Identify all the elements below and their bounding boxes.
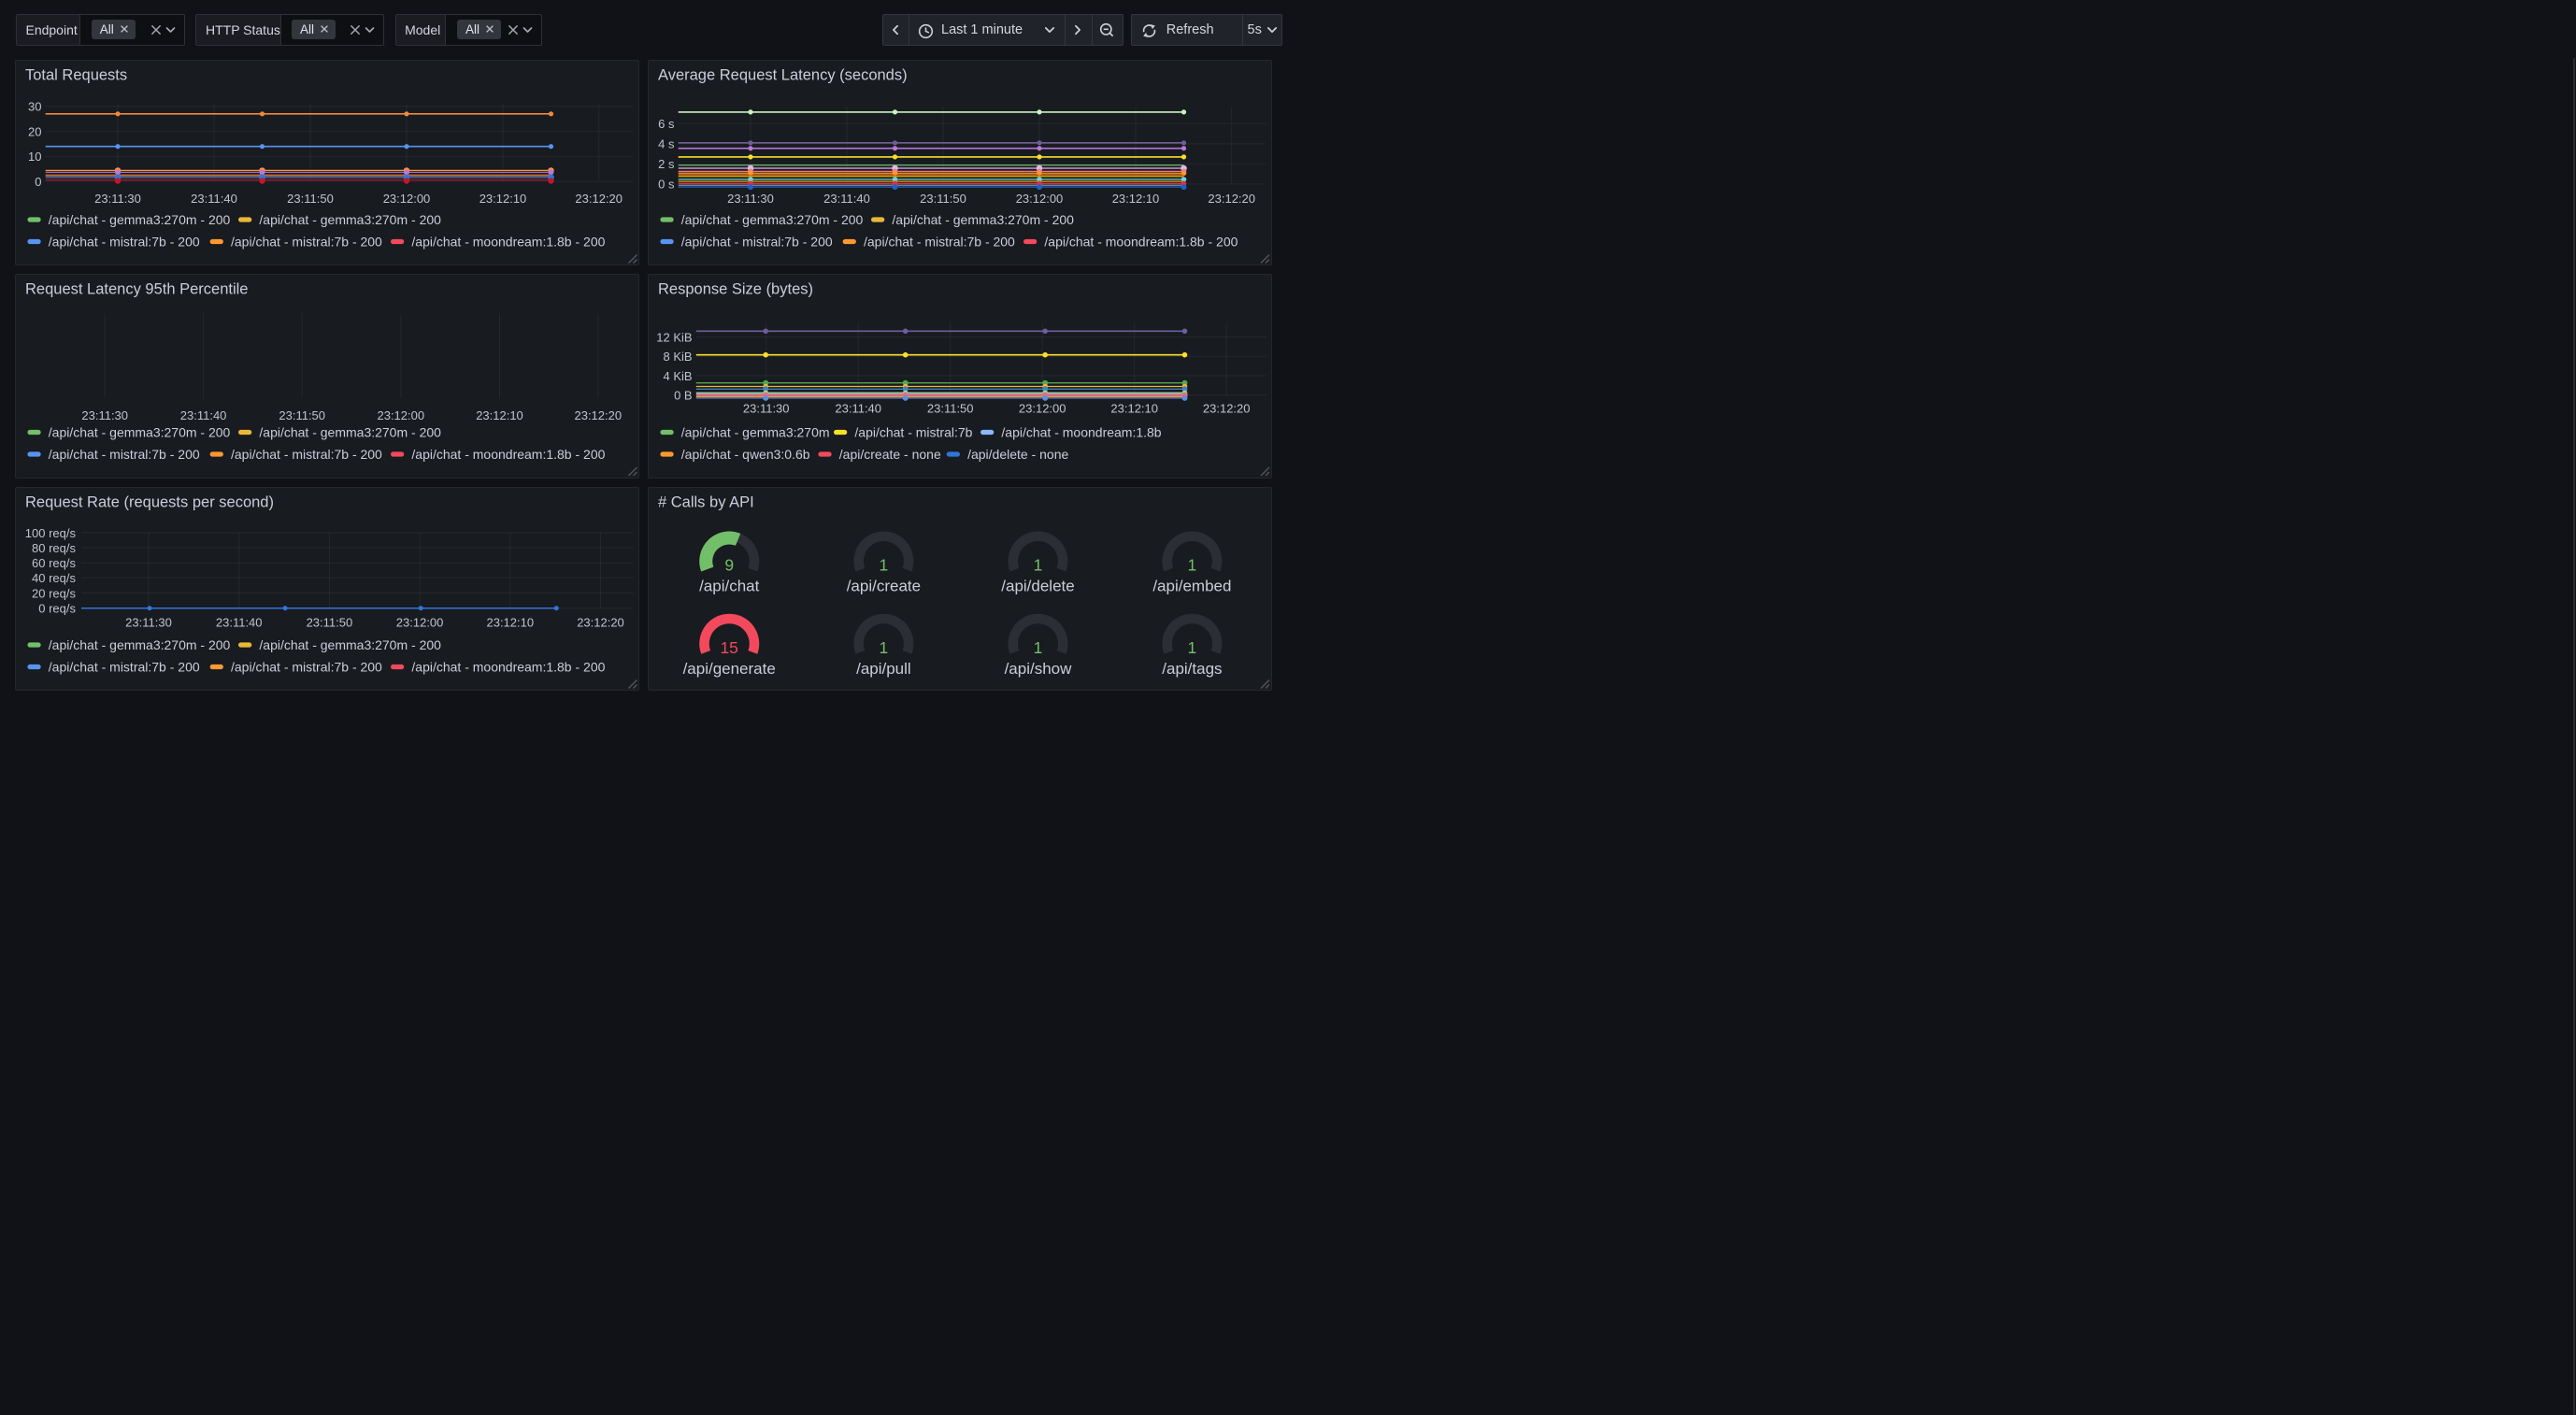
svg-text:/api/chat - moondream:1.8b - 2: /api/chat - moondream:1.8b - 200: [1044, 234, 1238, 249]
svg-text:23:11:30: 23:11:30: [81, 408, 128, 422]
svg-text:8 KiB: 8 KiB: [664, 350, 693, 364]
svg-text:/api/chat - mistral:7b: /api/chat - mistral:7b: [854, 424, 972, 439]
svg-text:/api/chat - mistral:7b - 200: /api/chat - mistral:7b - 200: [48, 234, 199, 249]
svg-text:1: 1: [880, 637, 889, 656]
svg-text:23:11:50: 23:11:50: [927, 401, 974, 415]
svg-text:40 req/s: 40 req/s: [32, 571, 76, 585]
svg-text:/api/chat - mistral:7b - 200: /api/chat - mistral:7b - 200: [864, 234, 1015, 249]
svg-text:23:12:00: 23:12:00: [395, 615, 443, 629]
svg-text:/api/generate: /api/generate: [683, 659, 776, 677]
svg-text:23:12:10: 23:12:10: [486, 615, 534, 629]
svg-text:/api/chat - mistral:7b - 200: /api/chat - mistral:7b - 200: [231, 234, 382, 249]
svg-text:1: 1: [1034, 555, 1043, 574]
svg-text:/api/chat - gemma3:270m - 200: /api/chat - gemma3:270m - 200: [892, 211, 1074, 226]
svg-text:/api/chat - mistral:7b - 200: /api/chat - mistral:7b - 200: [231, 446, 382, 461]
svg-text:6 s: 6 s: [658, 117, 675, 131]
svg-text:23:12:00: 23:12:00: [1016, 191, 1064, 205]
svg-text:23:11:30: 23:11:30: [727, 191, 774, 205]
svg-text:23:12:20: 23:12:20: [577, 615, 624, 629]
svg-text:/api/chat - mistral:7b - 200: /api/chat - mistral:7b - 200: [48, 659, 199, 674]
svg-text:30: 30: [28, 99, 41, 113]
svg-text:/api/chat - moondream:1.8b: /api/chat - moondream:1.8b: [1001, 424, 1161, 439]
svg-text:23:12:00: 23:12:00: [377, 408, 424, 422]
svg-text:/api/chat - gemma3:270m - 200: /api/chat - gemma3:270m - 200: [681, 211, 864, 226]
svg-text:/api/tags: /api/tags: [1162, 659, 1222, 677]
svg-text:23:12:10: 23:12:10: [1112, 191, 1160, 205]
svg-text:0: 0: [35, 175, 41, 189]
svg-text:/api/chat - gemma3:270m: /api/chat - gemma3:270m: [681, 424, 830, 439]
svg-text:23:11:40: 23:11:40: [191, 191, 237, 205]
svg-text:Total Requests: Total Requests: [25, 66, 127, 83]
svg-text:0 s: 0 s: [658, 177, 675, 191]
svg-text:1: 1: [1188, 555, 1197, 574]
svg-text:/api/chat - gemma3:270m - 200: /api/chat - gemma3:270m - 200: [48, 636, 230, 651]
svg-text:Request Latency 95th Percentil: Request Latency 95th Percentile: [25, 280, 249, 297]
svg-text:/api/create - none: /api/create - none: [839, 446, 941, 461]
svg-text:/api/chat - gemma3:270m - 200: /api/chat - gemma3:270m - 200: [259, 424, 441, 439]
svg-text:12 KiB: 12 KiB: [656, 330, 692, 344]
svg-text:23:11:40: 23:11:40: [179, 408, 226, 422]
svg-text:/api/delete - none: /api/delete - none: [967, 446, 1068, 461]
svg-text:23:11:40: 23:11:40: [215, 615, 262, 629]
svg-text:1: 1: [1034, 637, 1043, 656]
svg-text:0 req/s: 0 req/s: [38, 601, 76, 615]
svg-text:1: 1: [1188, 637, 1197, 656]
svg-text:/api/chat - moondream:1.8b - 2: /api/chat - moondream:1.8b - 200: [411, 659, 605, 674]
svg-text:/api/chat - gemma3:270m - 200: /api/chat - gemma3:270m - 200: [48, 424, 230, 439]
svg-text:23:12:00: 23:12:00: [1019, 401, 1066, 415]
svg-text:23:12:10: 23:12:10: [1110, 401, 1158, 415]
svg-text:23:11:50: 23:11:50: [920, 191, 966, 205]
svg-text:Response Size (bytes): Response Size (bytes): [658, 280, 813, 297]
svg-text:23:12:20: 23:12:20: [575, 191, 623, 205]
svg-text:/api/chat - mistral:7b - 200: /api/chat - mistral:7b - 200: [681, 234, 833, 249]
svg-text:/api/chat - mistral:7b - 200: /api/chat - mistral:7b - 200: [48, 446, 199, 461]
svg-text:9: 9: [724, 555, 734, 574]
svg-text:23:12:20: 23:12:20: [574, 408, 622, 422]
svg-text:0 B: 0 B: [674, 388, 693, 402]
svg-text:Average Request Latency (secon: Average Request Latency (seconds): [658, 66, 908, 83]
svg-text:15: 15: [720, 637, 737, 656]
svg-text:/api/chat - gemma3:270m - 200: /api/chat - gemma3:270m - 200: [259, 211, 441, 226]
svg-text:/api/delete: /api/delete: [1001, 577, 1074, 594]
svg-text:/api/chat: /api/chat: [699, 577, 760, 594]
svg-text:23:11:50: 23:11:50: [287, 191, 334, 205]
svg-text:23:11:30: 23:11:30: [94, 191, 141, 205]
svg-text:2 s: 2 s: [658, 157, 675, 171]
svg-text:/api/chat - gemma3:270m - 200: /api/chat - gemma3:270m - 200: [259, 636, 441, 651]
svg-text:23:11:50: 23:11:50: [279, 408, 325, 422]
svg-text:23:12:10: 23:12:10: [479, 191, 526, 205]
svg-text:23:11:40: 23:11:40: [835, 401, 881, 415]
svg-text:60 req/s: 60 req/s: [32, 556, 76, 570]
svg-text:Request Rate (requests per sec: Request Rate (requests per second): [25, 493, 274, 510]
svg-text:/api/pull: /api/pull: [856, 659, 911, 677]
svg-text:4 KiB: 4 KiB: [664, 368, 693, 382]
svg-text:/api/embed: /api/embed: [1152, 577, 1231, 594]
svg-text:/api/show: /api/show: [1005, 659, 1073, 677]
svg-text:23:12:20: 23:12:20: [1203, 401, 1251, 415]
svg-text:# Calls by API: # Calls by API: [658, 493, 754, 510]
svg-text:23:11:50: 23:11:50: [306, 615, 352, 629]
svg-text:20: 20: [28, 124, 41, 138]
svg-text:1: 1: [880, 555, 889, 574]
svg-text:23:11:40: 23:11:40: [823, 191, 870, 205]
svg-text:23:11:30: 23:11:30: [743, 401, 790, 415]
svg-text:23:12:20: 23:12:20: [1208, 191, 1255, 205]
svg-text:23:12:10: 23:12:10: [476, 408, 523, 422]
svg-text:/api/create: /api/create: [847, 577, 921, 594]
svg-text:10: 10: [28, 150, 41, 164]
svg-text:80 req/s: 80 req/s: [32, 540, 76, 554]
svg-text:/api/chat - qwen3:0.6b: /api/chat - qwen3:0.6b: [681, 446, 810, 461]
svg-text:/api/chat - mistral:7b - 200: /api/chat - mistral:7b - 200: [231, 659, 382, 674]
svg-text:/api/chat - moondream:1.8b - 2: /api/chat - moondream:1.8b - 200: [411, 234, 605, 249]
svg-text:/api/chat - moondream:1.8b - 2: /api/chat - moondream:1.8b - 200: [411, 446, 605, 461]
svg-text:20 req/s: 20 req/s: [32, 586, 76, 600]
svg-text:100 req/s: 100 req/s: [24, 525, 76, 539]
svg-text:23:12:00: 23:12:00: [382, 191, 430, 205]
svg-text:4 s: 4 s: [658, 136, 675, 150]
svg-text:23:11:30: 23:11:30: [125, 615, 172, 629]
svg-text:/api/chat - gemma3:270m - 200: /api/chat - gemma3:270m - 200: [48, 211, 230, 226]
